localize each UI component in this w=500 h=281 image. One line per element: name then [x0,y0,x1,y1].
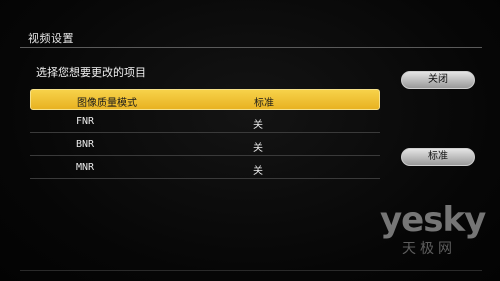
setting-name: BNR [76,139,95,150]
setting-row-bnr[interactable]: BNR 关 [30,135,380,156]
settings-list: 图像质量模式 标准 FNR 关 BNR 关 MNR 关 [30,89,380,181]
close-button[interactable]: 关闭 [401,71,475,89]
setting-value: 关 [253,166,263,177]
instruction-text: 选择您想要更改的项目 [36,66,146,79]
title-divider [20,47,482,48]
setting-row-fnr[interactable]: FNR 关 [30,112,380,133]
standard-button[interactable]: 标准 [401,148,475,166]
page-title: 视频设置 [28,32,74,45]
setting-value: 关 [253,143,263,154]
watermark-subtitle: 天极网 [402,241,456,257]
setting-name: FNR [76,116,95,127]
setting-value: 关 [253,120,263,131]
setting-name: MNR [76,162,95,173]
setting-row-mnr[interactable]: MNR 关 [30,158,380,179]
bottom-divider [20,270,482,271]
watermark: yesky 天极网 [380,200,486,260]
watermark-logo: yesky [380,200,486,240]
setting-value: 标准 [254,98,274,109]
setting-name: 图像质量模式 [77,98,137,109]
video-settings-screen: 视频设置 选择您想要更改的项目 图像质量模式 标准 FNR 关 BNR 关 MN… [0,0,500,281]
setting-row-picture-mode[interactable]: 图像质量模式 标准 [30,89,380,110]
